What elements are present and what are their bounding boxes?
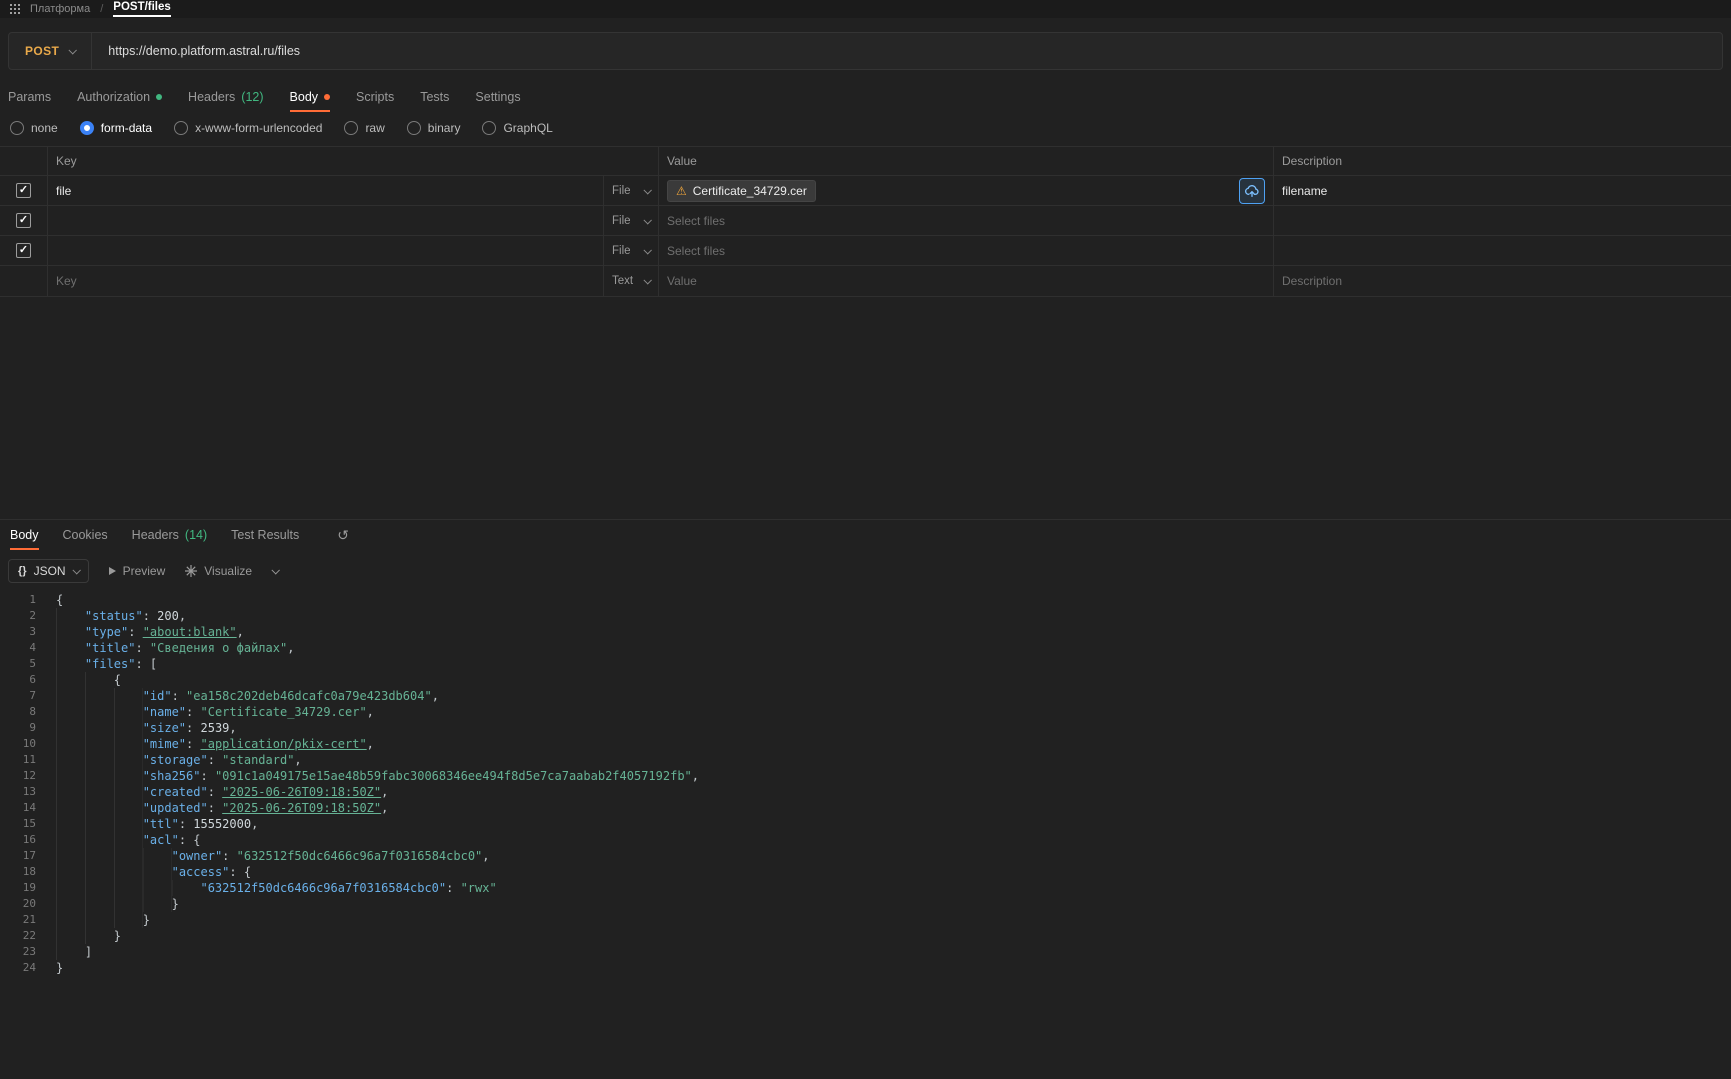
tab-params[interactable]: Params — [8, 82, 51, 112]
table-header-row: Key Value Description — [0, 147, 1731, 176]
body-mode-selector: none form-data x-www-form-urlencoded raw… — [0, 116, 1731, 140]
chevron-down-icon — [643, 276, 652, 285]
value-file-picker[interactable]: Select files — [659, 236, 1274, 265]
column-description: Description — [1282, 154, 1343, 168]
key-input[interactable] — [48, 236, 604, 265]
url-input[interactable] — [92, 44, 1722, 58]
value-input[interactable]: Value — [659, 266, 1274, 296]
type-select[interactable]: File — [604, 236, 659, 265]
column-value: Value — [659, 147, 1274, 175]
method-selector[interactable]: POST — [9, 33, 93, 69]
tab-scripts[interactable]: Scripts — [356, 82, 394, 112]
mode-x-www-form-urlencoded[interactable]: x-www-form-urlencoded — [174, 121, 322, 135]
topbar: Платформа / POST/files — [0, 0, 1731, 18]
value-cell: ⚠ Certificate_34729.cer — [659, 176, 1274, 205]
response-history-icon[interactable]: ↺ — [337, 527, 349, 544]
table-new-row: Key Text Value Description — [0, 266, 1731, 296]
type-select[interactable]: File — [604, 206, 659, 235]
mode-binary[interactable]: binary — [406, 121, 460, 135]
check-icon: ✓ — [18, 244, 29, 256]
row-enabled-checkbox[interactable]: ✓ — [16, 243, 31, 258]
row-enabled-checkbox[interactable]: ✓ — [16, 213, 31, 228]
preview-button[interactable]: Preview — [108, 564, 165, 578]
response-tab-cookies[interactable]: Cookies — [63, 520, 108, 550]
response-tab-test-results[interactable]: Test Results — [231, 520, 299, 550]
cloud-upload-icon — [1245, 184, 1259, 197]
key-input[interactable]: file — [48, 176, 604, 205]
description-input[interactable] — [1274, 206, 1731, 235]
type-select[interactable]: File — [604, 176, 659, 205]
tab-tests[interactable]: Tests — [420, 82, 449, 112]
headers-count: (12) — [241, 90, 264, 104]
mode-none[interactable]: none — [10, 121, 58, 135]
chevron-down-icon — [643, 245, 652, 255]
preview-icon — [108, 567, 116, 575]
tab-settings[interactable]: Settings — [475, 82, 520, 112]
response-tab-headers[interactable]: Headers (14) — [132, 520, 207, 550]
breadcrumb-workspace[interactable]: Платформа — [30, 3, 90, 15]
radio-icon — [79, 121, 94, 135]
response-toolbar: {} JSON Preview Visualize — [0, 558, 1731, 584]
description-input[interactable]: Description — [1274, 266, 1731, 296]
key-input[interactable]: Key — [48, 266, 604, 296]
radio-icon — [482, 121, 497, 135]
chevron-down-icon — [68, 46, 78, 55]
check-icon: ✓ — [18, 184, 29, 196]
table-row: ✓ File Select files — [0, 236, 1731, 266]
mode-form-data[interactable]: form-data — [79, 121, 152, 135]
key-input[interactable] — [48, 206, 604, 235]
chevron-down-icon — [643, 215, 652, 225]
method-label: POST — [25, 44, 60, 58]
radio-icon — [344, 121, 359, 135]
braces-icon: {} — [18, 565, 27, 577]
check-icon: ✓ — [18, 214, 29, 226]
authorization-status-dot — [156, 94, 163, 100]
request-tabs: Params Authorization Headers (12) Body Sc… — [0, 82, 1731, 112]
column-key: Key — [48, 147, 659, 175]
description-input[interactable] — [1274, 236, 1731, 265]
breadcrumb-request-tab[interactable]: POST/files — [113, 1, 171, 17]
warning-icon: ⚠ — [676, 183, 687, 198]
value-file-picker[interactable]: Select files — [659, 206, 1274, 235]
response-section: Body Cookies Headers (14) Test Results ↺ … — [0, 519, 1731, 976]
body-status-dot — [324, 94, 331, 100]
description-input[interactable]: filename — [1274, 176, 1731, 205]
table-row: ✓ file File ⚠ Certificate_34729.cer file… — [0, 176, 1731, 206]
response-body-code[interactable]: 1{2 "status": 200, 3 "type": "about:blank",… — [0, 592, 1731, 976]
radio-icon — [10, 121, 24, 135]
response-tab-body[interactable]: Body — [10, 520, 39, 550]
pane-spacer — [0, 297, 1731, 519]
visualize-icon — [185, 565, 198, 577]
response-tabs: Body Cookies Headers (14) Test Results ↺ — [0, 520, 1731, 550]
tab-headers[interactable]: Headers (12) — [188, 82, 263, 112]
chevron-down-icon — [72, 566, 81, 575]
table-row: ✓ File Select files — [0, 206, 1731, 236]
chevron-down-icon — [643, 185, 652, 195]
response-format-select[interactable]: {} JSON — [8, 559, 89, 583]
file-chip[interactable]: ⚠ Certificate_34729.cer — [667, 179, 816, 202]
upload-file-button[interactable] — [1239, 177, 1265, 204]
type-select[interactable]: Text — [604, 266, 659, 296]
breadcrumb-separator: / — [100, 3, 104, 15]
radio-icon — [406, 121, 421, 135]
row-enabled-checkbox[interactable]: ✓ — [16, 183, 31, 198]
visualize-button[interactable]: Visualize — [185, 564, 252, 578]
form-data-table: Key Value Description ✓ file File ⚠ Cert… — [0, 146, 1731, 297]
mode-raw[interactable]: raw — [344, 121, 385, 135]
radio-icon — [174, 121, 189, 135]
mode-graphql[interactable]: GraphQL — [482, 121, 553, 135]
tab-authorization[interactable]: Authorization — [77, 82, 163, 112]
apps-grid-icon[interactable] — [10, 4, 20, 14]
response-headers-count: (14) — [184, 528, 208, 542]
request-url-bar: POST — [8, 32, 1723, 70]
tab-body[interactable]: Body — [289, 82, 331, 112]
more-options-chevron-icon[interactable] — [271, 566, 281, 575]
